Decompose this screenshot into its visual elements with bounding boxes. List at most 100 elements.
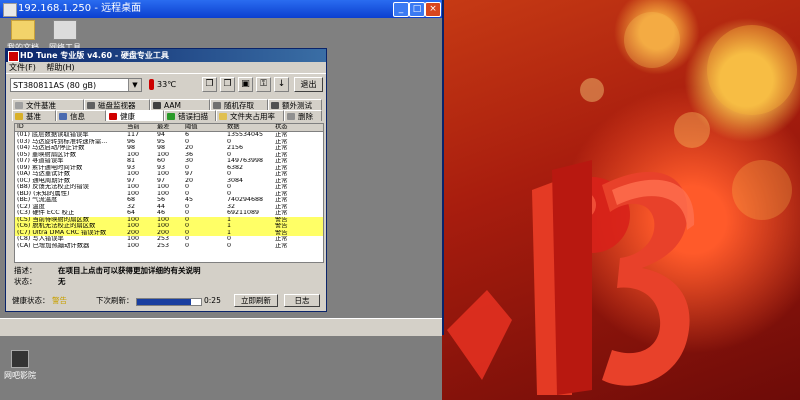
- tab-label: AAM: [164, 101, 181, 110]
- table-cell: 正常: [275, 242, 288, 249]
- drive-select-value: ST380811AS (80 gB): [13, 81, 97, 90]
- description-label: 描述：: [14, 266, 37, 275]
- menu-help[interactable]: 帮助(H): [46, 63, 74, 72]
- table-cell: 100: [127, 242, 140, 249]
- remote-desktop-bottom-bar: [0, 318, 442, 336]
- tab-random-access[interactable]: 随机存取: [210, 99, 268, 110]
- benchmark-icon: [15, 113, 23, 120]
- col-status[interactable]: 状态: [275, 124, 311, 131]
- desktop-icon-cinema[interactable]: 网吧影院: [3, 350, 37, 381]
- refresh-progress-bar: [136, 298, 202, 306]
- col-current[interactable]: 当前: [127, 124, 157, 131]
- tab-label: 文件夹占用率: [230, 112, 275, 121]
- folder-icon: [11, 20, 35, 40]
- tab-file-benchmark[interactable]: 文件基准: [12, 99, 84, 110]
- remote-desktop-window: 192.168.1.250 - 远程桌面 _ □ × 我的文档 网络工具 HD …: [0, 0, 444, 336]
- table-header: ID 当前 最差 阈值 数据 状态: [15, 124, 323, 132]
- refresh-progress-fill: [137, 299, 192, 305]
- status-bar: 健康状态： 警告 下次刷新： 0:25 立即刷新 日志: [12, 294, 322, 308]
- arrow-down-icon: ↓: [277, 79, 286, 89]
- smart-table: ID 当前 最差 阈值 数据 状态 (01) 底层数据读取错误率 117 94 6 13…: [14, 123, 324, 263]
- copy-all-icon: ❐: [223, 79, 232, 89]
- save-button[interactable]: ▣: [238, 77, 253, 92]
- tab-label: 基准: [26, 112, 41, 121]
- tab-info[interactable]: 信息: [56, 110, 106, 121]
- cinema-icon: [11, 350, 29, 368]
- temperature-value: 33℃: [157, 80, 177, 89]
- tab-benchmark[interactable]: 基准: [12, 110, 56, 121]
- table-row[interactable]: (CA) 已增加热蹦动计数器 100 253 0 0 正常: [15, 243, 323, 250]
- save-icon: ▣: [241, 79, 250, 89]
- tab-health[interactable]: 健康: [106, 110, 164, 121]
- tab-label: 随机存取: [224, 101, 254, 110]
- state-value: 无: [58, 277, 66, 286]
- tab-aam[interactable]: AAM: [150, 99, 210, 110]
- remote-desktop-titlebar[interactable]: 192.168.1.250 - 远程桌面 _ □ ×: [0, 0, 442, 18]
- tab-label: 磁盘监视器: [98, 101, 136, 110]
- error-scan-icon: [167, 113, 175, 120]
- erase-icon: [287, 113, 295, 120]
- tab-label: 删除: [298, 112, 313, 121]
- refresh-now-button[interactable]: 立即刷新: [234, 294, 278, 307]
- state-label: 状态：: [14, 277, 37, 286]
- tab-label: 健康: [120, 112, 135, 121]
- refresh-time: 0:25: [204, 296, 221, 305]
- tab-label: 错误扫描: [178, 112, 208, 121]
- maximize-button[interactable]: □: [409, 2, 425, 17]
- chevron-down-icon[interactable]: ▼: [128, 79, 141, 91]
- close-button[interactable]: ×: [425, 2, 441, 17]
- minimize-button[interactable]: _: [393, 2, 409, 17]
- file-benchmark-icon: [15, 102, 23, 109]
- col-id[interactable]: ID: [17, 124, 127, 131]
- table-cell: 0: [185, 242, 190, 249]
- col-worst[interactable]: 最差: [157, 124, 185, 131]
- col-data[interactable]: 数据: [227, 124, 273, 131]
- folder-icon: [219, 113, 227, 120]
- tab-folder-usage[interactable]: 文件夹占用率: [216, 110, 284, 121]
- desktop-icon-label: 网吧影院: [4, 371, 36, 380]
- tab-label: 信息: [70, 112, 85, 121]
- health-status-value: 警告: [52, 296, 67, 305]
- health-cross-icon: [109, 113, 117, 120]
- disk-monitor-icon: [87, 102, 95, 109]
- table-cell: 0: [227, 242, 232, 249]
- menu-file[interactable]: 文件(F): [9, 63, 36, 72]
- table-body: (01) 底层数据读取错误率 117 94 6 135534045 正常 (03) 马达旋转…: [15, 132, 323, 249]
- remote-desktop-icon: [3, 3, 17, 17]
- drive-select[interactable]: ST380811AS (80 gB) ▼: [10, 78, 142, 92]
- tab-row-1: 文件基准 磁盘监视器 AAM 随机存取 额外测试: [12, 99, 322, 110]
- tab-extra-tests[interactable]: 额外测试: [268, 99, 322, 110]
- copy-all-button[interactable]: ❐: [220, 77, 235, 92]
- health-status-label: 健康状态：: [12, 296, 50, 305]
- table-cell: (CA) 已增加热蹦动计数器: [17, 242, 90, 249]
- thermometer-icon: [149, 79, 154, 90]
- tab-label: 额外测试: [282, 101, 312, 110]
- table-cell: 253: [157, 242, 170, 249]
- hdtune-titlebar[interactable]: HD Tune 专业版 v4.60 - 硬盘专业工具: [6, 49, 326, 62]
- description-panel: 描述： 在项目上点击可以获得更加详细的有关说明 状态： 无: [14, 265, 314, 287]
- extra-tests-icon: [271, 102, 279, 109]
- key-icon: ⚿: [260, 79, 267, 89]
- options-button[interactable]: ⚿: [256, 77, 271, 92]
- remote-desktop-title: 192.168.1.250 - 远程桌面: [18, 3, 142, 14]
- copy-button[interactable]: ❐: [202, 77, 217, 92]
- log-button[interactable]: 日志: [284, 294, 320, 307]
- exit-button[interactable]: 退出: [294, 77, 323, 92]
- next-refresh-label: 下次刷新：: [96, 296, 134, 305]
- col-threshold[interactable]: 阈值: [185, 124, 227, 131]
- random-access-icon: [213, 102, 221, 109]
- temperature-display: 33℃: [149, 79, 176, 90]
- tools-icon: [53, 20, 77, 40]
- tab-error-scan[interactable]: 错误扫描: [164, 110, 216, 121]
- menu-bar: 文件(F) 帮助(H): [6, 62, 326, 74]
- tab-disk-monitor[interactable]: 磁盘监视器: [84, 99, 150, 110]
- info-icon: [59, 113, 67, 120]
- wallpaper-art: [447, 12, 797, 395]
- toolbar: ST380811AS (80 gB) ▼ 33℃ ❐ ❐ ▣ ⚿ ↓ 退出: [6, 74, 326, 96]
- tab-erase[interactable]: 删除: [284, 110, 322, 121]
- description-value: 在项目上点击可以获得更加详细的有关说明: [58, 266, 201, 275]
- speaker-icon: [153, 102, 161, 109]
- download-button[interactable]: ↓: [274, 77, 289, 92]
- desktop-wallpaper: [442, 0, 800, 400]
- hdtune-window: HD Tune 专业版 v4.60 - 硬盘专业工具 文件(F) 帮助(H) S…: [5, 48, 327, 312]
